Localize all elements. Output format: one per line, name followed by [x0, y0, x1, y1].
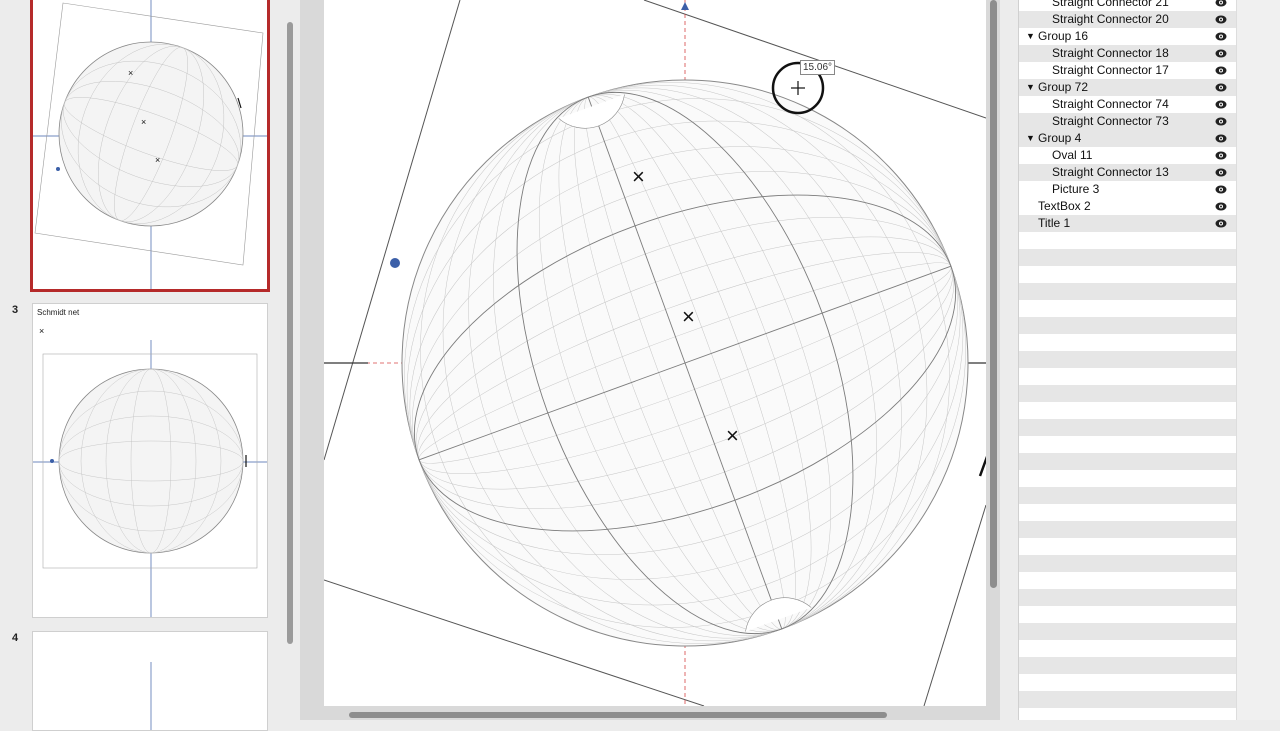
slide-canvas[interactable]: × × × [324, 0, 986, 706]
slide-number: 4 [12, 632, 19, 644]
eye-icon[interactable] [1215, 218, 1227, 229]
empty-row [1019, 283, 1237, 300]
selection-item[interactable]: TextBox 2 [1019, 198, 1237, 215]
selection-item[interactable]: Straight Connector 17 [1019, 62, 1237, 79]
selection-item-label: Oval 11 [1052, 148, 1093, 162]
selection-item-label: Group 72 [1038, 80, 1089, 94]
eye-icon[interactable] [1215, 201, 1227, 212]
selection-item-label: Straight Connector 17 [1052, 63, 1169, 77]
eye-icon[interactable] [1215, 14, 1227, 25]
selection-group[interactable]: ▼ Group 4 [1019, 130, 1237, 147]
selection-item[interactable]: Straight Connector 18 [1019, 45, 1237, 62]
empty-row [1019, 317, 1237, 334]
selection-item[interactable]: Straight Connector 21 [1019, 0, 1237, 11]
selection-item[interactable]: Straight Connector 13 [1019, 164, 1237, 181]
eye-icon[interactable] [1215, 48, 1227, 59]
selection-group[interactable]: ▼ Group 16 [1019, 28, 1237, 45]
slide-thumbnail-pane: × × × 3 Schmidt net × 4 [0, 0, 286, 731]
empty-row [1019, 419, 1237, 436]
editor-vertical-scrollbar[interactable] [990, 0, 997, 588]
selection-item-label: Straight Connector 13 [1052, 165, 1169, 179]
selection-item[interactable]: Title 1 [1019, 215, 1237, 232]
eye-icon[interactable] [1215, 99, 1227, 110]
selection-item-label: Picture 3 [1052, 182, 1100, 196]
selection-item-label: Group 16 [1038, 29, 1089, 43]
empty-row [1019, 521, 1237, 538]
selection-item-label: Straight Connector 73 [1052, 114, 1169, 128]
slide-editor: × × × [300, 0, 1000, 720]
stereonet-thumbnail: × [33, 326, 267, 617]
svg-text:×: × [128, 68, 133, 78]
stereonet-thumbnail: × × × [33, 0, 267, 289]
selection-item-label: Title 1 [1038, 216, 1071, 230]
eye-icon[interactable] [1215, 31, 1227, 42]
cross-marker: × [682, 304, 695, 329]
empty-row [1019, 351, 1237, 368]
empty-row [1019, 385, 1237, 402]
caret-down-icon[interactable]: ▼ [1026, 130, 1035, 147]
selection-item[interactable]: Straight Connector 20 [1019, 11, 1237, 28]
editor-horizontal-scrollbar[interactable] [349, 712, 887, 718]
selection-item-label: Straight Connector 20 [1052, 12, 1169, 26]
empty-row [1019, 249, 1237, 266]
cross-marker: × [632, 164, 645, 189]
empty-row [1019, 555, 1237, 572]
eye-icon[interactable] [1215, 150, 1227, 161]
selection-item-label: Straight Connector 74 [1052, 97, 1169, 111]
blue-dot-marker [390, 258, 400, 268]
thumbnail-scrollbar[interactable] [287, 22, 293, 644]
selection-item-label: Group 4 [1038, 131, 1082, 145]
empty-row [1019, 691, 1237, 708]
selection-item-label: Straight Connector 21 [1052, 0, 1169, 9]
slide-thumbnail[interactable] [32, 631, 268, 731]
rotation-readout: 15.06° [800, 60, 836, 75]
selection-item[interactable]: Picture 3 [1019, 181, 1237, 198]
eye-icon[interactable] [1215, 82, 1227, 93]
window-edge [1236, 0, 1280, 720]
eye-icon[interactable] [1215, 65, 1227, 76]
selection-item-label: Straight Connector 18 [1052, 46, 1169, 60]
empty-row [1019, 623, 1237, 640]
svg-text:×: × [39, 326, 44, 336]
slide-number: 3 [12, 304, 19, 316]
selection-item[interactable]: Oval 11 [1019, 147, 1237, 164]
empty-row [1019, 657, 1237, 674]
empty-row [1019, 589, 1237, 606]
empty-row [1019, 487, 1237, 504]
svg-text:×: × [155, 155, 160, 165]
slide-thumbnail-selected[interactable]: × × × [30, 0, 270, 292]
svg-text:×: × [141, 117, 146, 127]
eye-icon[interactable] [1215, 133, 1227, 144]
selection-group[interactable]: ▼ Group 72 [1019, 79, 1237, 96]
slide-thumbnail-content [150, 662, 152, 730]
caret-down-icon[interactable]: ▼ [1026, 79, 1035, 96]
selection-item-label: TextBox 2 [1038, 199, 1091, 213]
selection-item[interactable]: Straight Connector 73 [1019, 113, 1237, 130]
eye-icon[interactable] [1215, 184, 1227, 195]
empty-row [1019, 453, 1237, 470]
caret-down-icon[interactable]: ▼ [1026, 28, 1035, 45]
schmidt-net-stereonet[interactable]: × × × [324, 0, 986, 706]
eye-icon[interactable] [1215, 116, 1227, 127]
slide-thumbnail[interactable]: Schmidt net × [32, 303, 268, 618]
selection-item[interactable]: Straight Connector 74 [1019, 96, 1237, 113]
eye-icon[interactable] [1215, 167, 1227, 178]
eye-icon[interactable] [1215, 0, 1227, 8]
selection-pane: Straight Connector 21 Straight Connector… [1018, 0, 1237, 720]
cross-marker: × [726, 423, 739, 448]
